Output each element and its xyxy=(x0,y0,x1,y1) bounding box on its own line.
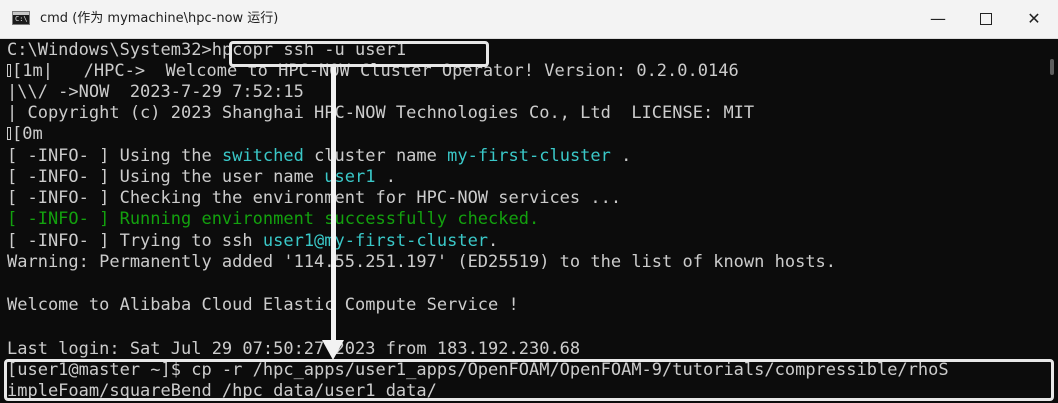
maximize-button[interactable] xyxy=(962,0,1010,38)
window-title: cmd (作为 mymachine\hpc-now 运行) xyxy=(40,11,279,26)
terminal-line: C:\Windows\System32>hpcopr ssh -u user1 xyxy=(7,39,406,61)
close-button[interactable]: ✕ xyxy=(1010,0,1058,38)
prompt-path: C:\Windows\System32> xyxy=(7,40,212,60)
annotation-arrow-shaft xyxy=(331,67,336,342)
highlight-text: switched xyxy=(221,146,304,166)
log-text: [ -INFO- ] Checking the environment for … xyxy=(7,188,622,208)
cmd-app-icon[interactable]: C:\ xyxy=(12,11,30,25)
minimize-button[interactable]: — xyxy=(914,0,962,38)
vertical-scrollbar[interactable] xyxy=(1046,39,1058,403)
escape-char-icon xyxy=(7,64,11,77)
cmd-window: C:\ cmd (作为 mymachine\hpc-now 运行) — ✕ C:… xyxy=(0,0,1058,403)
log-text: [ -INFO- ] Trying to ssh xyxy=(7,231,263,251)
log-text: . xyxy=(488,231,499,251)
last-login-text: Last login: Sat Jul 29 07:50:27 2023 fro… xyxy=(7,339,581,359)
cluster-name: my-first-cluster xyxy=(447,146,611,166)
scrollbar-thumb[interactable] xyxy=(1050,59,1054,75)
shell-command: impleFoam/squareBend /hpc_data/user1_dat… xyxy=(7,381,437,401)
banner-text: | /HPC-> Welcome to HPC-NOW Cluster Oper… xyxy=(42,61,739,81)
terminal-line: Welcome to Alibaba Cloud Elastic Compute… xyxy=(7,294,519,316)
maximize-icon xyxy=(980,12,992,25)
welcome-text: Welcome to Alibaba Cloud Elastic Compute… xyxy=(7,295,519,315)
warning-text: Warning: Permanently added '114.55.251.1… xyxy=(7,252,837,272)
terminal-line: [1m| /HPC-> Welcome to HPC-NOW Cluster O… xyxy=(7,60,739,82)
log-text: . xyxy=(375,167,396,187)
terminal-line: | Copyright (c) 2023 Shanghai HPC-NOW Te… xyxy=(7,102,754,124)
log-text: . xyxy=(610,146,632,166)
terminal-line: impleFoam/squareBend /hpc_data/user1_dat… xyxy=(7,380,437,402)
terminal-line: [user1@master ~]$ cp -r /hpc_apps/user1_… xyxy=(7,359,949,381)
terminal-line: [ -INFO- ] Using the switched cluster na… xyxy=(7,145,631,167)
title-bar[interactable]: C:\ cmd (作为 mymachine\hpc-now 运行) — ✕ xyxy=(0,0,1058,39)
arrow-down-icon xyxy=(322,340,344,360)
ansi-code: [1m xyxy=(12,61,43,81)
terminal-line: [ -INFO- ] Checking the environment for … xyxy=(7,187,621,209)
terminal-line: [ -INFO- ] Using the user name user1 . xyxy=(7,166,396,188)
copyright-text: | Copyright (c) 2023 Shanghai HPC-NOW Te… xyxy=(7,103,755,123)
log-text: [ -INFO- ] Using the user name xyxy=(7,167,325,187)
shell-command: [user1@master ~]$ cp -r /hpc_apps/user1_… xyxy=(7,360,949,380)
terminal-output[interactable]: C:\Windows\System32>hpcopr ssh -u user1 … xyxy=(0,39,1058,403)
terminal-line: |\\/ ->NOW 2023-7-29 7:52:15 xyxy=(7,81,304,103)
success-text: [ -INFO- ] Running environment successfu… xyxy=(7,209,540,229)
cmd-icon-glyph: C:\ xyxy=(15,15,28,23)
log-text: [ -INFO- ] Using the xyxy=(7,146,222,166)
terminal-line: Last login: Sat Jul 29 07:50:27 2023 fro… xyxy=(7,338,580,360)
escape-char-icon xyxy=(7,127,11,140)
banner-text: |\\/ ->NOW 2023-7-29 7:52:15 xyxy=(7,82,304,102)
ansi-code: [0m xyxy=(12,124,43,144)
log-text: cluster name xyxy=(303,146,448,166)
terminal-line: Warning: Permanently added '114.55.251.1… xyxy=(7,251,836,273)
ssh-target: user1@my-first-cluster xyxy=(262,231,489,251)
terminal-line: [0m xyxy=(7,123,43,145)
terminal-line: [ -INFO- ] Trying to ssh user1@my-first-… xyxy=(7,230,498,252)
terminal-line: [ -INFO- ] Running environment successfu… xyxy=(7,208,539,230)
typed-command: hpcopr ssh -u user1 xyxy=(211,40,407,60)
